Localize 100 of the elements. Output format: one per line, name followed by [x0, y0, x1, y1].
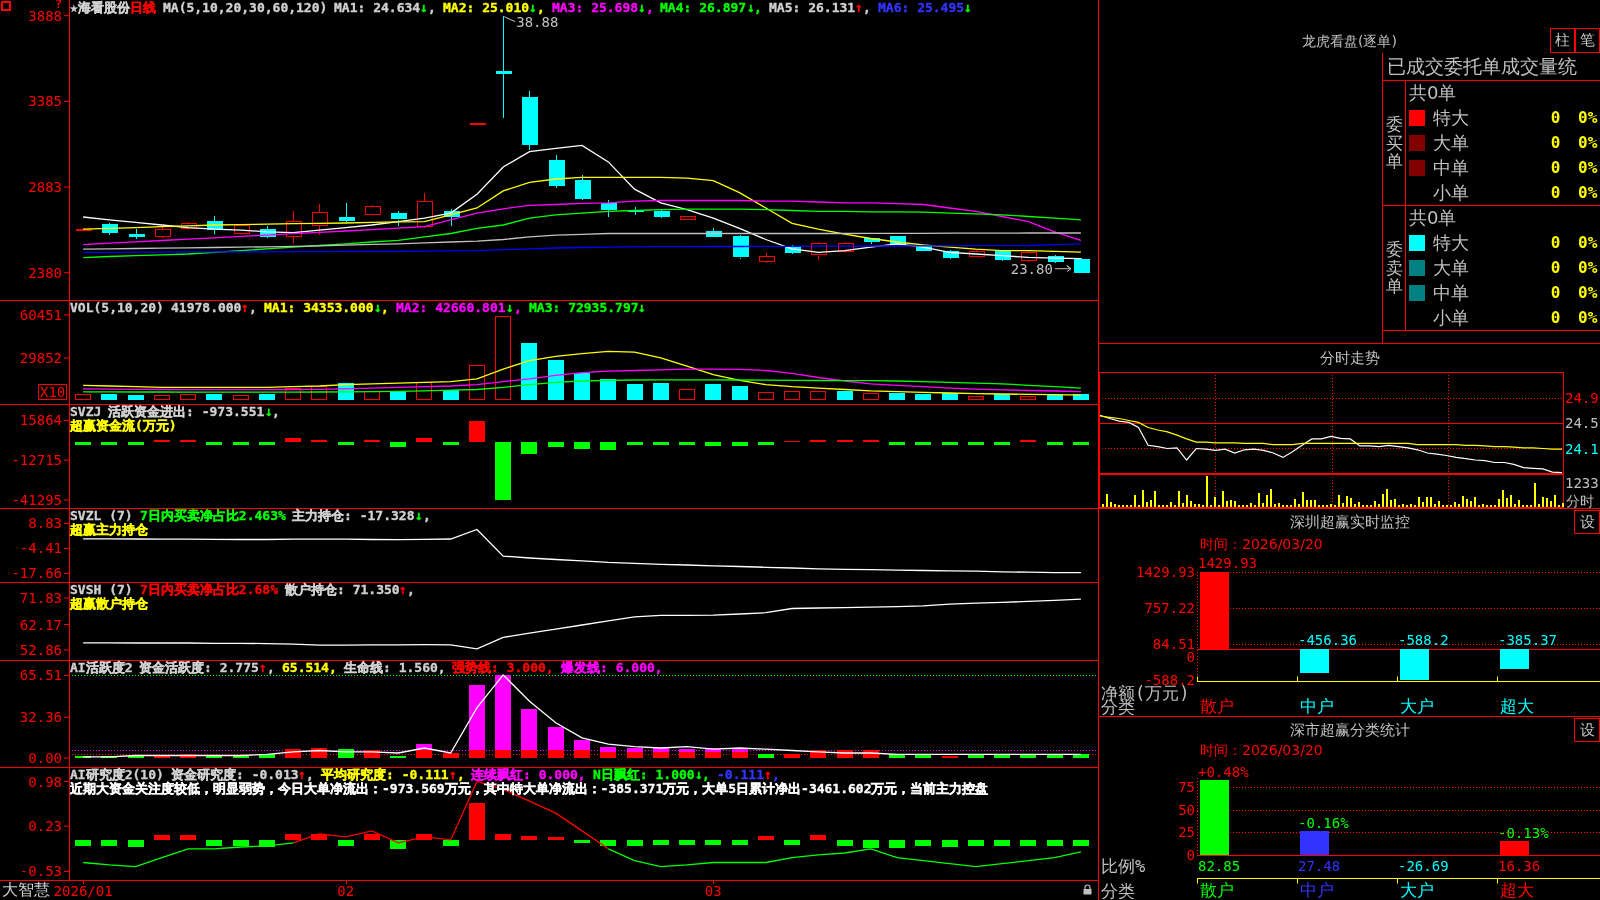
legend-text: 65.514,	[281, 661, 337, 675]
chart-bar	[154, 395, 170, 400]
axis-label: 03	[704, 883, 722, 899]
axis-label: 32.36	[19, 709, 62, 726]
axis-label: 71.83	[19, 590, 62, 607]
axis-label: 超大	[1500, 696, 1534, 716]
candlestick	[943, 249, 959, 260]
axis-label: 8.83	[28, 515, 62, 532]
panel-title: 龙虎看盘(逐单)	[1302, 33, 1397, 48]
order-share: 0%	[1578, 260, 1599, 275]
chart-bar	[443, 442, 459, 445]
legend-text: 主力持仓: -17.328↓,	[292, 509, 431, 523]
candlestick	[417, 192, 433, 229]
axis-label: 2883	[28, 179, 62, 195]
chart-bar	[1500, 841, 1529, 855]
legend-text: 活跃资金进出: -973.551↓,	[108, 405, 281, 419]
axis-label: 52.86	[19, 642, 62, 658]
axis-label: 65.51	[19, 667, 62, 684]
order-type: 小单	[1433, 310, 1470, 325]
chart-bar	[1400, 649, 1429, 680]
legend-text: N日飘红: 1.000↓,	[593, 768, 711, 782]
chart-bar	[732, 840, 748, 845]
settings-button[interactable]: 设	[1574, 717, 1600, 742]
chart-bar	[863, 750, 879, 758]
settings-button[interactable]: 设	[1574, 510, 1600, 534]
square-icon[interactable]	[1, 1, 11, 11]
value-label: 27.48	[1298, 858, 1341, 874]
chart-bar	[338, 840, 354, 846]
chart-bar	[311, 834, 327, 840]
chart-bar	[679, 389, 695, 400]
chart-bar	[574, 442, 590, 449]
chart-bar	[784, 840, 800, 845]
chart-bar	[443, 840, 459, 846]
axis-label: 0	[1186, 847, 1195, 863]
chart-bar	[495, 442, 511, 500]
value-label: -0.16%	[1298, 814, 1349, 831]
chart-bar	[206, 840, 222, 846]
chart-bar	[994, 840, 1010, 846]
legend-text: 爆发线: 6.000,	[561, 661, 663, 675]
axis-label: 24.9	[1565, 389, 1599, 406]
toggle-button[interactable]: 柱	[1550, 28, 1575, 53]
chart-bar	[994, 754, 1010, 758]
candlestick	[995, 250, 1011, 262]
candlestick	[890, 236, 906, 246]
chart-bar	[1073, 754, 1089, 758]
panel-title: 深市超赢分类统计	[1289, 722, 1410, 737]
chart-bar	[915, 840, 931, 846]
chart-bar	[889, 393, 905, 400]
chart-bar	[206, 442, 222, 445]
chart-bar	[942, 393, 958, 400]
legend-text: 超赢资金流(万元)	[70, 419, 177, 433]
chart-bar	[679, 840, 695, 845]
candlestick	[76, 227, 92, 232]
chart-bar	[364, 750, 380, 758]
legend-text: VOL(5,10,20)	[70, 301, 164, 315]
candlestick	[365, 204, 381, 216]
candlestick	[286, 210, 302, 244]
legend-text: SVZJ	[70, 405, 102, 419]
chart-bar	[1047, 442, 1063, 445]
axis-label: 62.17	[19, 616, 62, 633]
candlestick	[549, 154, 565, 188]
axis-label: 3385	[28, 93, 62, 110]
candlestick	[811, 241, 827, 261]
candlestick	[601, 199, 617, 218]
axis-label: 0.00	[28, 750, 62, 767]
candlestick	[575, 174, 591, 201]
toggle-button[interactable]: 笔	[1575, 28, 1600, 53]
legend-text: -0.111↑,	[717, 768, 780, 782]
candlestick	[654, 209, 670, 219]
candlestick	[1048, 254, 1064, 263]
axis-label: -4.41	[19, 540, 62, 557]
chart-bar	[1047, 754, 1063, 758]
order-share: 0%	[1578, 135, 1599, 150]
chart-bar	[548, 360, 564, 400]
chart-bar	[1300, 831, 1329, 855]
legend-text: AI研究度2(10)	[70, 768, 164, 782]
axis-label: -12715	[11, 452, 62, 469]
panel-title: 分时走势	[1318, 348, 1381, 369]
chart-bar	[732, 386, 748, 400]
chart-bar	[364, 834, 380, 840]
chart-bar	[285, 749, 301, 758]
order-type: 中单	[1433, 160, 1470, 175]
order-total: 共0单	[1408, 206, 1458, 230]
chart-bar	[416, 834, 432, 840]
chart-bar	[653, 442, 669, 445]
legend-text: 超赢散户持仓	[70, 597, 148, 611]
price-label: 38.88	[503, 13, 559, 30]
chart-bar	[889, 442, 905, 445]
axis-label: 2380	[28, 264, 62, 281]
axis-label: 29852	[19, 350, 62, 366]
chart-bar	[128, 840, 144, 847]
candlestick	[234, 223, 250, 236]
chart-bar	[968, 840, 984, 846]
chart-bar	[548, 442, 564, 447]
timestamp: 时间：2026/03/20	[1199, 535, 1324, 553]
order-count: 0	[1549, 260, 1562, 275]
chart-bar	[233, 442, 249, 445]
chart-bar	[285, 388, 301, 400]
lock-icon[interactable]	[1083, 884, 1092, 895]
chart-bar	[1073, 442, 1089, 445]
